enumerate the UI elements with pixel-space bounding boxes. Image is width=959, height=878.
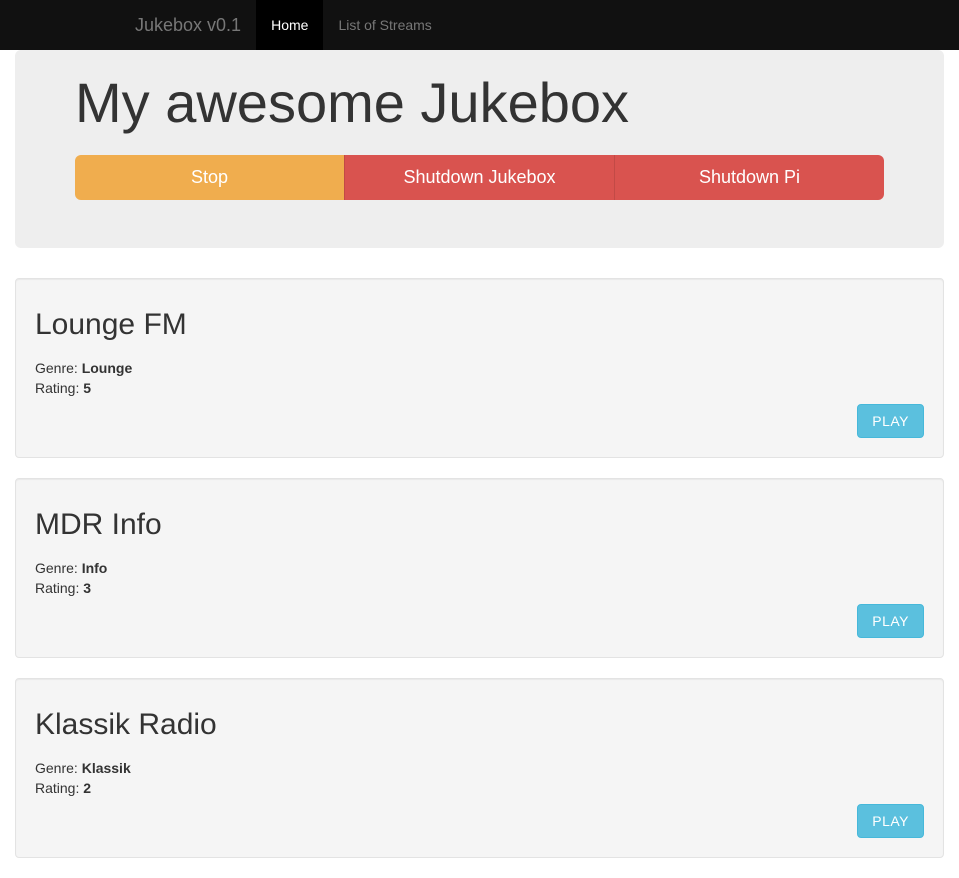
play-button[interactable]: PLAY [857,404,924,438]
rating-label: Rating: [35,380,83,396]
rating-value: 3 [83,580,91,596]
page-title: My awesome Jukebox [75,70,884,135]
nav-item-streams[interactable]: List of Streams [323,0,446,50]
play-button[interactable]: PLAY [857,804,924,838]
stream-rating: Rating: 2 [35,780,924,796]
nav-link-streams[interactable]: List of Streams [323,0,446,50]
stream-title: Klassik Radio [35,708,924,742]
stream-genre: Genre: Info [35,560,924,576]
genre-label: Genre: [35,760,82,776]
genre-value: Klassik [82,760,131,776]
rating-label: Rating: [35,780,83,796]
stream-card: Lounge FM Genre: Lounge Rating: 5 PLAY [15,278,944,458]
genre-label: Genre: [35,560,82,576]
stream-genre: Genre: Lounge [35,360,924,376]
stream-actions: PLAY [35,804,924,838]
rating-value: 5 [83,380,91,396]
rating-value: 2 [83,780,91,796]
shutdown-jukebox-button[interactable]: Shutdown Jukebox [344,155,614,200]
nav-item-home[interactable]: Home [256,0,323,50]
navbar: Jukebox v0.1 Home List of Streams [0,0,959,50]
stream-actions: PLAY [35,604,924,638]
genre-value: Info [82,560,108,576]
genre-value: Lounge [82,360,133,376]
stop-button[interactable]: Stop [75,155,344,200]
play-button[interactable]: PLAY [857,604,924,638]
stream-card: Klassik Radio Genre: Klassik Rating: 2 P… [15,678,944,858]
nav-link-home[interactable]: Home [256,0,323,50]
navbar-nav: Home List of Streams [256,0,447,50]
stream-rating: Rating: 5 [35,380,924,396]
stream-title: MDR Info [35,508,924,542]
genre-label: Genre: [35,360,82,376]
control-button-group: Stop Shutdown Jukebox Shutdown Pi [75,155,884,200]
shutdown-pi-button[interactable]: Shutdown Pi [614,155,884,200]
stream-title: Lounge FM [35,308,924,342]
jumbotron: My awesome Jukebox Stop Shutdown Jukebox… [15,50,944,248]
navbar-brand[interactable]: Jukebox v0.1 [120,0,256,51]
stream-card: MDR Info Genre: Info Rating: 3 PLAY [15,478,944,658]
stream-rating: Rating: 3 [35,580,924,596]
stream-genre: Genre: Klassik [35,760,924,776]
stream-actions: PLAY [35,404,924,438]
rating-label: Rating: [35,580,83,596]
